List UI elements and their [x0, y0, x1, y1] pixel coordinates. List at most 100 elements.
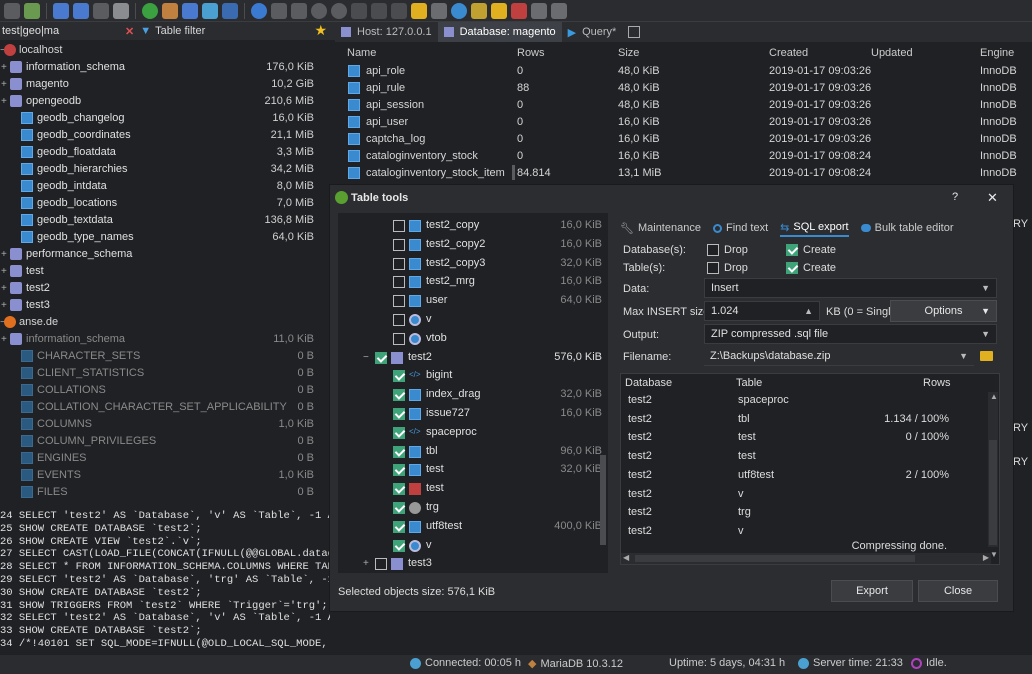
log-icon[interactable]	[511, 2, 527, 19]
column-header-updated[interactable]: Updated	[871, 44, 913, 62]
tree-item[interactable]: COLLATION_CHARACTER_SET_APPLICABILITY 0 B	[0, 399, 318, 416]
dialog-tree-item[interactable]: test	[338, 480, 608, 498]
tree-server-anse[interactable]: − anse.de	[0, 314, 318, 331]
tree-item[interactable]: + opengeodb 210,6 MiB	[0, 93, 318, 110]
table-row[interactable]: api_rule 88 48,0 KiB 2019-01-17 09:03:26 Inn…	[338, 80, 1032, 97]
close-button[interactable]: Close	[918, 580, 998, 602]
dialog-tree-scrollbar[interactable]	[600, 455, 606, 545]
results-hscroll[interactable]: ◀ ▶	[621, 553, 991, 564]
dialog-tree-item[interactable]: test2_mrg 16,0 KiB	[338, 273, 608, 291]
favorite-star-icon[interactable]: ★	[314, 22, 327, 39]
tree-item[interactable]: geodb_floatdata 3,3 MiB	[0, 144, 318, 161]
paste-icon[interactable]	[73, 2, 89, 19]
clear-filter-icon[interactable]: ✕	[125, 25, 134, 38]
tree-checkbox[interactable]	[375, 558, 387, 571]
check-icon[interactable]	[351, 2, 367, 19]
tab-query[interactable]: ▶ Query*	[562, 22, 623, 42]
dialog-tree-item[interactable]: issue727 16,0 KiB	[338, 405, 608, 423]
tree-checkbox[interactable]	[393, 370, 405, 383]
connect-icon[interactable]	[24, 2, 40, 19]
dialog-tree-item[interactable]: utf8test 400,0 KiB	[338, 518, 608, 536]
cancel-icon[interactable]	[371, 2, 387, 19]
results-row[interactable]: test2 test 0 / 100%	[621, 428, 989, 447]
tree-item[interactable]: geodb_textdata 136,8 MiB	[0, 212, 318, 229]
dialog-tree-item[interactable]: index_drag 32,0 KiB	[338, 386, 608, 404]
remove-icon[interactable]	[331, 2, 347, 19]
tree-checkbox[interactable]	[393, 276, 405, 289]
tree-item[interactable]: geodb_hierarchies 34,2 MiB	[0, 161, 318, 178]
tab-database[interactable]: Database: magento	[437, 22, 562, 42]
first-record-icon[interactable]	[271, 2, 287, 19]
tree-item[interactable]: geodb_intdata 8,0 MiB	[0, 178, 318, 195]
results-row[interactable]: test2 v	[621, 522, 989, 541]
db-drop-checkbox[interactable]	[707, 244, 719, 256]
dialog-close-button[interactable]: ✕	[987, 190, 998, 206]
tree-item[interactable]: + information_schema 11,0 KiB	[0, 331, 318, 348]
dialog-tree-item[interactable]: </> bigint	[338, 367, 608, 385]
tree-item[interactable]: + test3	[0, 297, 318, 314]
tbl-drop-checkbox[interactable]	[707, 262, 719, 274]
tree-checkbox[interactable]	[393, 220, 405, 232]
last-record-icon[interactable]	[291, 2, 307, 19]
tree-item[interactable]: geodb_coordinates 21,1 MiB	[0, 127, 318, 144]
user-manager-icon[interactable]	[162, 2, 178, 19]
table-row[interactable]: api_role 0 48,0 KiB 2019-01-17 09:03:26 Inno…	[338, 63, 1032, 80]
tree-checkbox[interactable]	[393, 502, 405, 514]
results-row[interactable]: test2 utf8test 2 / 100%	[621, 466, 989, 485]
copy-icon[interactable]	[53, 2, 69, 19]
expand-icon[interactable]: +	[363, 558, 369, 569]
tree-item[interactable]: COLLATIONS 0 B	[0, 382, 318, 399]
dialog-tree-item[interactable]: v	[338, 311, 608, 329]
max-insert-input[interactable]: 1.024 ▲	[704, 301, 820, 321]
options-button[interactable]: Options ▼	[890, 300, 997, 322]
results-vscroll[interactable]: ▲ ▼	[988, 392, 998, 559]
refresh-icon[interactable]	[142, 2, 158, 19]
dialog-tree-item[interactable]: user 64,0 KiB	[338, 292, 608, 310]
tree-item[interactable]: ENGINES 0 B	[0, 450, 318, 467]
scroll-thumb[interactable]	[989, 440, 997, 545]
tree-checkbox[interactable]	[393, 238, 405, 251]
results-row[interactable]: test2 spaceproc	[621, 391, 989, 410]
tree-checkbox[interactable]	[393, 314, 405, 326]
tree-item[interactable]: + test2	[0, 280, 318, 297]
dialog-tree-item[interactable]: test2_copy3 32,0 KiB	[338, 255, 608, 273]
tree-item[interactable]: EVENTS 1,0 KiB	[0, 467, 318, 484]
column-header-size[interactable]: Size	[618, 44, 639, 62]
disconnect-icon[interactable]	[4, 2, 20, 19]
tree-checkbox[interactable]	[393, 332, 405, 345]
tree-checkbox[interactable]	[393, 539, 405, 552]
tree-checkbox[interactable]	[393, 426, 405, 439]
table-row[interactable]: cataloginventory_stock_item 84.814 13,1 Mi…	[338, 165, 1032, 182]
tbl-create-checkbox[interactable]	[786, 262, 798, 274]
explain-icon[interactable]	[551, 2, 567, 19]
sync-icon[interactable]	[222, 2, 238, 19]
dialog-tree-item[interactable]: vtob	[338, 330, 608, 348]
tree-item[interactable]: + magento 10,2 GiB	[0, 76, 318, 93]
table-row[interactable]: captcha_log 0 16,0 KiB 2019-01-17 09:03:26 I…	[338, 131, 1032, 148]
print-icon[interactable]	[113, 2, 129, 19]
column-header-rows[interactable]: Rows	[517, 44, 545, 62]
new-query-tab-button[interactable]	[622, 22, 646, 42]
tab-find-text[interactable]: Find text	[712, 219, 768, 237]
tree-item[interactable]: FILES 0 B	[0, 484, 318, 501]
tree-checkbox[interactable]	[375, 351, 387, 364]
search-icon[interactable]	[451, 2, 467, 19]
tree-checkbox[interactable]	[393, 445, 405, 458]
dialog-tree-item[interactable]: test2_copy2 16,0 KiB	[338, 236, 608, 254]
tab-bulk-table-editor[interactable]: Bulk table editor	[860, 219, 954, 237]
add-icon[interactable]	[311, 2, 327, 19]
tree-checkbox[interactable]	[393, 295, 405, 308]
open-folder-icon[interactable]	[980, 351, 993, 361]
tab-maintenance[interactable]: 🔧︎ Maintenance	[620, 219, 701, 237]
tree-checkbox[interactable]	[393, 389, 405, 402]
warning-icon[interactable]	[491, 2, 507, 19]
table-row[interactable]: api_session 0 48,0 KiB 2019-01-17 09:03:26 I…	[338, 97, 1032, 114]
results-row[interactable]: test2 v	[621, 485, 989, 504]
tree-item[interactable]: geodb_changelog 16,0 KiB	[0, 110, 318, 127]
results-row[interactable]: test2 trg	[621, 503, 989, 522]
dialog-tree-item[interactable]: v	[338, 537, 608, 555]
column-header-engine[interactable]: Engine	[980, 44, 1014, 62]
table-row[interactable]: cataloginventory_stock 0 16,0 KiB 2019-01-1…	[338, 148, 1032, 165]
tree-item[interactable]: + performance_schema	[0, 246, 318, 263]
undo-icon[interactable]	[93, 2, 109, 19]
